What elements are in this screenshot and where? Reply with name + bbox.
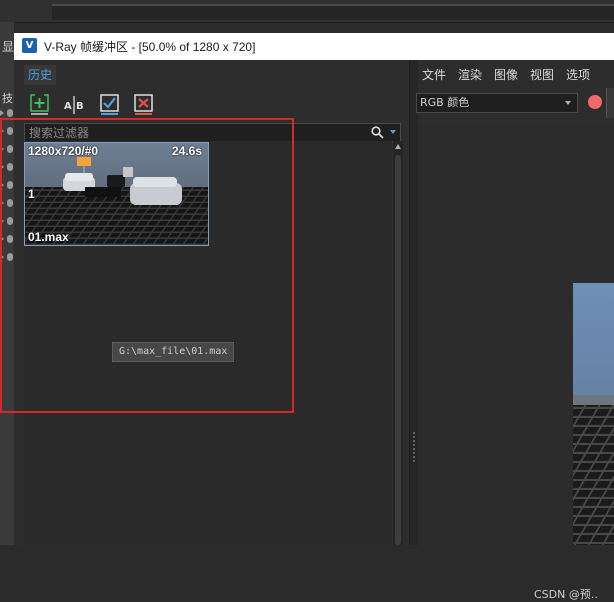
load-button[interactable] [98, 92, 122, 116]
chevron-down-icon[interactable] [390, 130, 396, 134]
check-image-icon [100, 94, 119, 115]
toolbar-separator [606, 88, 614, 118]
ab-compare-icon: A B [64, 96, 84, 114]
splitter-grip-icon[interactable] [413, 432, 415, 462]
menu-image[interactable]: 图像 [494, 66, 518, 83]
host-top-bar [0, 0, 614, 23]
render-view-pane: 文件 渲染 图像 视图 选项 RGB 颜色 CSDN @预.. [416, 60, 614, 601]
svg-text:B: B [76, 101, 84, 112]
menu-view[interactable]: 视图 [530, 66, 554, 83]
menu-options[interactable]: 选项 [566, 66, 590, 83]
menu-bar: 文件 渲染 图像 视图 选项 [418, 60, 614, 86]
search-icon[interactable] [371, 126, 384, 139]
watermark-text: CSDN @预.. [534, 588, 598, 601]
save-to-history-button[interactable] [28, 92, 52, 116]
history-scrollbar[interactable] [393, 141, 403, 545]
host-label-2: 技 [2, 92, 13, 105]
remove-button[interactable] [132, 92, 156, 116]
scroll-up-icon[interactable] [395, 144, 401, 149]
host-label: 显 [2, 40, 15, 54]
window-title-bar[interactable]: V V-Ray 帧缓冲区 - [50.0% of 1280 x 720] [14, 33, 614, 61]
svg-text:A: A [64, 101, 72, 112]
frame-buffer-window: 历史 A B 搜索过滤器 1280x720/#0 24.6s 1 01.max … [0, 60, 614, 601]
annotation-highlight-box [0, 118, 294, 413]
render-viewport[interactable]: CSDN @预.. [418, 124, 614, 601]
render-image [573, 283, 614, 545]
window-title: V-Ray 帧缓冲区 - [50.0% of 1280 x 720] [44, 40, 256, 54]
menu-render[interactable]: 渲染 [458, 66, 482, 83]
host-tab-strip [52, 4, 614, 20]
record-dot-icon[interactable] [588, 95, 602, 109]
add-image-icon [30, 93, 49, 115]
tab-history[interactable]: 历史 [24, 65, 56, 85]
chevron-down-icon [565, 101, 571, 105]
channel-select[interactable]: RGB 颜色 [416, 93, 578, 113]
host-dot-icon [7, 109, 13, 117]
render-preview [573, 283, 614, 545]
channel-selected-value: RGB 颜色 [420, 96, 470, 109]
vray-logo-icon: V [22, 38, 37, 53]
scrollbar-thumb[interactable] [395, 155, 401, 545]
menu-file[interactable]: 文件 [422, 66, 446, 83]
delete-image-icon [134, 94, 153, 115]
host-expand-icon[interactable] [0, 110, 4, 116]
ab-compare-button[interactable]: A B [62, 92, 86, 116]
